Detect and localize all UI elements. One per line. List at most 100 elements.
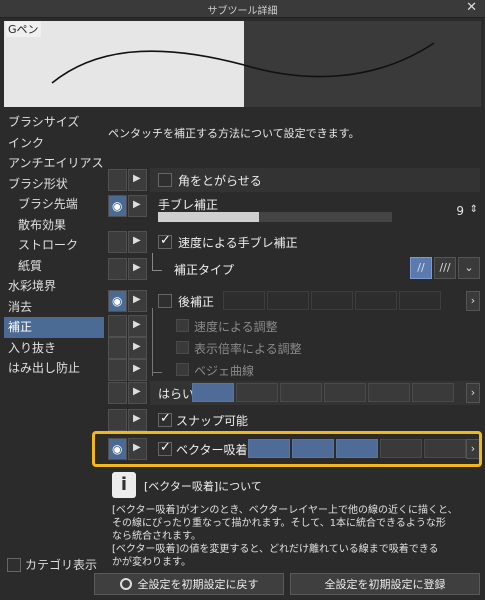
sidebar-item-brush-shape[interactable]: ブラシ形状 [4, 174, 104, 195]
sidebar-item-paper[interactable]: 紙質 [4, 256, 104, 277]
row-post-correction: ◉ 後補正 › [108, 289, 480, 313]
register-all-label: 全設定を初期設定に登録 [324, 578, 446, 591]
bezier-checkbox[interactable] [176, 363, 189, 376]
spin-icon[interactable]: ⇕ [470, 204, 478, 215]
expand-icon[interactable] [128, 231, 147, 253]
expand-arrow-icon[interactable]: › [466, 383, 480, 403]
expand-icon[interactable] [128, 337, 147, 359]
visibility-toggle[interactable]: ◉ [108, 290, 127, 312]
stabilization-label: 手ブレ補正 [158, 198, 219, 212]
stabilization-value: 9 [456, 204, 464, 218]
reset-icon [119, 578, 132, 590]
sidebar-item-spray[interactable]: 散布効果 [4, 215, 104, 236]
speed-adjust-checkbox[interactable] [176, 319, 189, 332]
info-line: [ベクター吸着]がオンのとき、ベクターレイヤー上で他の線の近くに描くと、 [112, 505, 458, 516]
preview-stroke [51, 50, 244, 84]
row-snap: スナップ可能 [108, 408, 480, 432]
sidebar-item-antialias[interactable]: アンチエイリアス [4, 153, 104, 174]
expand-icon[interactable] [128, 409, 147, 431]
visibility-toggle[interactable] [108, 359, 127, 381]
expand-icon[interactable] [128, 382, 147, 404]
expand-icon[interactable] [128, 290, 147, 312]
harai-bar[interactable] [192, 383, 454, 402]
sharpen-corners-checkbox[interactable] [158, 173, 172, 187]
row-stabilization: ◉ 手ブレ補正 9 ⇕ [108, 194, 480, 226]
post-correction-label: 後補正 [178, 295, 215, 309]
info-title: [ベクター吸着]について [144, 480, 262, 493]
visibility-toggle[interactable] [108, 258, 127, 280]
info-panel: i [ベクター吸着]について [ベクター吸着]がオンのとき、ベクターレイヤー上で… [108, 470, 482, 570]
preview-stroke-extension [243, 21, 481, 107]
category-checkbox[interactable] [7, 557, 21, 572]
correction-type-label: 補正タイプ [174, 263, 235, 277]
title-bar: サブツール詳細 ✕ [0, 0, 485, 18]
expand-icon[interactable] [128, 315, 147, 337]
row-speed-stabilization: 速度による手ブレ補正 [108, 230, 480, 254]
zoom-adjust-checkbox[interactable] [176, 341, 189, 354]
expand-icon[interactable] [128, 195, 147, 217]
speed-stabilization-label: 速度による手ブレ補正 [178, 236, 298, 250]
reset-all-label: 全設定を初期設定に戻す [137, 578, 259, 591]
speed-stabilization-checkbox[interactable] [158, 233, 172, 249]
expand-icon[interactable] [128, 169, 147, 191]
row-sharpen-corners: 角をとがらせる [108, 168, 480, 192]
category-display-toggle[interactable]: カテゴリ表示 [7, 556, 97, 573]
category-label: カテゴリ表示 [25, 558, 98, 572]
sidebar-item-stroke[interactable]: ストローク [4, 235, 104, 256]
sidebar-item-prevent-overflow[interactable]: はみ出し防止 [4, 358, 104, 379]
sidebar-item-brush-tip[interactable]: ブラシ先端 [4, 194, 104, 215]
sidebar-item-ink[interactable]: インク [4, 133, 104, 154]
chevron-down-icon[interactable]: ⌄ [458, 257, 480, 279]
sidebar-item-watercolor[interactable]: 水彩境界 [4, 276, 104, 297]
expand-arrow-icon[interactable]: › [466, 291, 480, 311]
speed-adjust-label: 速度による調整 [194, 320, 278, 334]
row-harai: はらい › [108, 381, 480, 405]
stabilization-slider[interactable] [158, 212, 392, 222]
snap-checkbox[interactable] [158, 411, 172, 427]
info-line: [ベクター吸着]の値を変更すると、どれだけ離れている線まで吸着できる [112, 544, 439, 555]
visibility-toggle[interactable] [108, 382, 127, 404]
reset-all-button[interactable]: 全設定を初期設定に戻す [94, 573, 284, 595]
eye-icon: ◉ [112, 199, 123, 213]
sidebar-item-brush-size[interactable]: ブラシサイズ [4, 112, 104, 133]
row-speed-adjust: 速度による調整 [108, 308, 480, 376]
sidebar-item-erase[interactable]: 消去 [4, 297, 104, 318]
sharpen-corners-label: 角をとがらせる [178, 174, 262, 188]
stabilization-fill [158, 212, 259, 222]
row-correction-type: 補正タイプ // /// ⌄ [108, 253, 480, 281]
stroke-preview: Gペン [4, 21, 244, 107]
visibility-toggle[interactable] [108, 231, 127, 253]
highlight-frame [92, 431, 482, 467]
info-line: なら統合されます。 [112, 531, 201, 542]
section-description: ペンタッチを補正する方法について設定できます。 [108, 127, 360, 140]
expand-icon[interactable] [128, 258, 147, 280]
info-icon: i [112, 472, 136, 498]
eye-icon: ◉ [112, 294, 123, 308]
correction-mode-2-icon[interactable]: /// [434, 257, 456, 279]
row-bezier: ベジェ曲線 [108, 358, 480, 382]
snap-label: スナップ可能 [176, 414, 249, 428]
expand-icon[interactable] [128, 359, 147, 381]
bezier-label: ベジェ曲線 [194, 364, 255, 378]
correction-type-selector[interactable]: // /// ⌄ [410, 257, 480, 279]
sidebar-item-correction[interactable]: 補正 [4, 317, 104, 338]
info-line: その線にぴったり重なって描かれます。そして、1本に統合できるような形 [112, 518, 446, 529]
post-correction-bar[interactable] [223, 291, 441, 310]
visibility-toggle[interactable] [108, 337, 127, 359]
post-correction-checkbox[interactable] [158, 294, 172, 308]
row-zoom-adjust: 表示倍率による調整 [108, 336, 480, 360]
category-sidebar: ブラシサイズ インク アンチエイリアス ブラシ形状 ブラシ先端 散布効果 ストロ… [4, 112, 104, 379]
register-all-button[interactable]: 全設定を初期設定に登録 [290, 573, 480, 595]
zoom-adjust-label: 表示倍率による調整 [194, 342, 302, 356]
close-icon[interactable]: ✕ [466, 0, 477, 15]
info-line: かが変わります。 [112, 557, 191, 568]
visibility-toggle[interactable] [108, 315, 127, 337]
visibility-toggle[interactable]: ◉ [108, 195, 127, 217]
visibility-toggle[interactable] [108, 169, 127, 191]
visibility-toggle[interactable] [108, 409, 127, 431]
correction-mode-1-icon[interactable]: // [410, 257, 432, 279]
sidebar-item-taper[interactable]: 入り抜き [4, 338, 104, 359]
window-title: サブツール詳細 [207, 6, 278, 17]
harai-label: はらい [158, 387, 195, 401]
info-body: [ベクター吸着]がオンのとき、ベクターレイヤー上で他の線の近くに描くと、 その線… [112, 504, 484, 569]
